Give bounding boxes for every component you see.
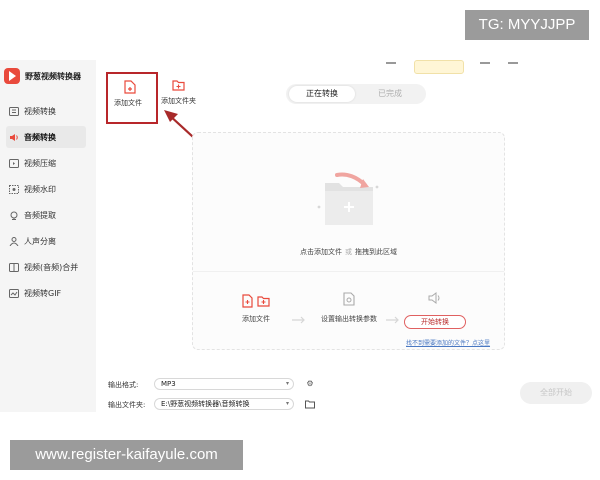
header-control[interactable] (386, 62, 396, 64)
person-icon (8, 236, 19, 247)
sidebar-item-label: 视频(音频)合并 (24, 262, 79, 272)
sidebar-item-label: 视频转GIF (24, 288, 62, 298)
sidebar-item-label: 视频压缩 (24, 158, 56, 168)
help-link[interactable]: 找不到需要添加的文件？点这里 (406, 338, 490, 347)
drop-hint-or: 或 (345, 248, 352, 256)
output-format-select[interactable]: MP3 ▾ (154, 378, 294, 390)
app-logo-icon (4, 68, 20, 84)
sidebar: 野葱视频转换器 视频转换 音频转换 视频压缩 视频水印 音频提取 人声分离 视频… (0, 60, 96, 412)
output-folder-select[interactable]: E:\野葱视频转换器\音频转换 ▾ (154, 398, 294, 410)
extract-icon (8, 210, 19, 221)
sidebar-item-label: 人声分离 (24, 236, 56, 246)
app-window: 野葱视频转换器 视频转换 音频转换 视频压缩 视频水印 音频提取 人声分离 视频… (0, 60, 600, 412)
arrow-right-icon (386, 316, 399, 324)
sidebar-item-gif[interactable]: 视频转GIF (6, 282, 86, 304)
video-convert-icon (8, 106, 19, 117)
tab-converting[interactable]: 正在转换 (289, 86, 355, 102)
header-control[interactable] (508, 62, 518, 64)
step-set-params: 设置输出转换参数 (316, 292, 382, 324)
output-folder-label: 输出文件夹: (108, 401, 146, 409)
sidebar-item-audio-extract[interactable]: 音频提取 (6, 204, 86, 226)
sidebar-item-label: 音频提取 (24, 210, 56, 220)
app-title: 野葱视频转换器 (25, 71, 81, 81)
folder-icon[interactable] (305, 399, 315, 409)
drop-hint: 点击添加文件或拖拽到此区域 (193, 247, 504, 257)
gear-icon[interactable]: ⚙ (305, 379, 315, 389)
folder-drop-icon (317, 172, 379, 225)
arrow-right-icon (292, 316, 305, 324)
add-folder-label: 添加文件夹 (161, 97, 196, 105)
step-add-file-label: 添加文件 (242, 315, 270, 323)
drop-hint-click: 点击添加文件 (300, 248, 342, 256)
app-logo: 野葱视频转换器 (4, 68, 81, 84)
step-add-file: 添加文件 (234, 294, 278, 324)
output-format-label: 输出格式: (108, 381, 139, 389)
tab-completed[interactable]: 已完成 (357, 86, 423, 102)
header-control[interactable] (480, 62, 490, 64)
sidebar-item-video-convert[interactable]: 视频转换 (6, 100, 86, 122)
sidebar-item-video-watermark[interactable]: 视频水印 (6, 178, 86, 200)
sidebar-item-merge[interactable]: 视频(音频)合并 (6, 256, 86, 278)
audio-icon (8, 132, 19, 143)
divider (193, 271, 504, 272)
chevron-down-icon: ▾ (285, 400, 289, 407)
drop-hint-drag: 拖拽到此区域 (355, 248, 397, 256)
sidebar-item-label: 音频转换 (24, 132, 56, 142)
vip-badge[interactable] (414, 60, 464, 74)
sidebar-item-vocal-separation[interactable]: 人声分离 (6, 230, 86, 252)
sidebar-item-audio-convert[interactable]: 音频转换 (6, 126, 86, 148)
settings-doc-icon (343, 292, 355, 306)
start-all-button[interactable]: 全部开始 (520, 382, 592, 404)
watermark-top: TG: MYYJJPP (465, 10, 589, 40)
watermark-icon (8, 184, 19, 195)
sidebar-item-label: 视频水印 (24, 184, 56, 194)
add-file-button[interactable]: 添加文件 (106, 72, 158, 124)
compress-icon (8, 158, 19, 169)
output-folder-value: E:\野葱视频转换器\音频转换 (161, 400, 250, 408)
add-file-label: 添加文件 (114, 99, 142, 107)
step-add-file-icon (242, 294, 270, 308)
folder-add-icon (172, 80, 185, 91)
output-format-value: MP3 (161, 380, 176, 388)
gif-icon (8, 288, 19, 299)
sidebar-item-video-compress[interactable]: 视频压缩 (6, 152, 86, 174)
main-panel: 添加文件 添加文件夹 正在转换 已完成 点击添加文件 或 拖拽到此区域 添加文件… (96, 60, 600, 412)
conversion-tabs: 正在转换 已完成 (286, 84, 426, 104)
start-convert-button[interactable]: 开始转换 (404, 315, 466, 329)
chevron-down-icon: ▾ (285, 380, 289, 387)
file-add-icon (124, 80, 136, 94)
sidebar-item-label: 视频转换 (24, 106, 56, 116)
merge-icon (8, 262, 19, 273)
watermark-bottom: www.register-kaifayule.com (10, 440, 243, 470)
audio-output-icon (428, 292, 440, 304)
step-set-params-label: 设置输出转换参数 (321, 315, 377, 323)
